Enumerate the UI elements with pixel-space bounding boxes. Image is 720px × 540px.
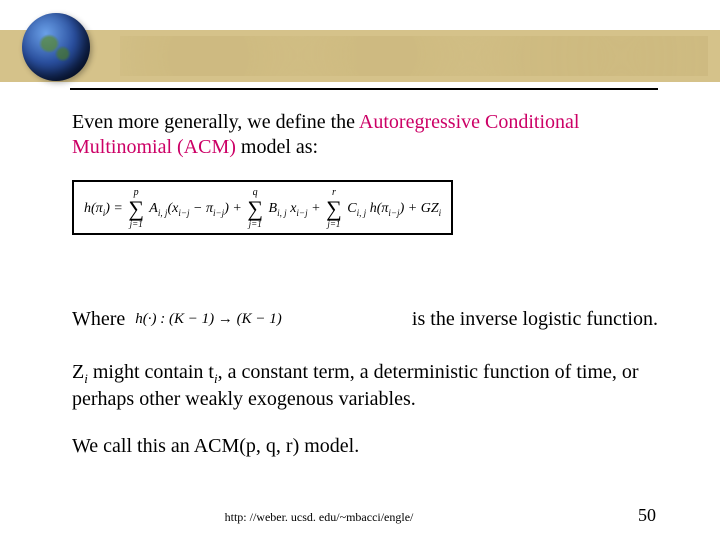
eq-lhs: h(πi) = (84, 201, 123, 216)
z-pre: Z (72, 361, 84, 383)
sum3-term: Ci, j h(πi−j) (347, 201, 404, 216)
where-row: Where h(·) : (K − 1) → (K − 1) is the in… (72, 307, 658, 332)
slide: Even more generally, we define the Autor… (0, 0, 720, 540)
z-paragraph: Zi might contain ti, a constant term, a … (72, 360, 658, 412)
title-underline (70, 88, 658, 90)
equation: h(πi) = p ∑ j=1 Ai, j(xi−j − πi−j) + q ∑… (84, 201, 441, 216)
plus-2: + (311, 201, 320, 216)
sum1-term: Ai, j(xi−j − πi−j) (149, 201, 229, 216)
intro-pre: Even more generally, we define the (72, 111, 359, 133)
sum-3: r ∑ j=1 (326, 188, 342, 229)
sum2-term: Bi, j xi−j (269, 201, 308, 216)
content-area: Even more generally, we define the Autor… (72, 110, 658, 510)
where-mapping: h(·) : (K − 1) → (K − 1) (135, 310, 281, 329)
intro-post: model as: (236, 136, 318, 158)
header-band (0, 30, 720, 82)
page-number: 50 (638, 505, 656, 526)
where-desc: is the inverse logistic function. (412, 307, 658, 332)
sum-2: q ∑ j=1 (247, 188, 263, 229)
intro-paragraph: Even more generally, we define the Autor… (72, 110, 658, 160)
equation-box: h(πi) = p ∑ j=1 Ai, j(xi−j − πi−j) + q ∑… (72, 180, 453, 235)
where-label: Where (72, 307, 125, 332)
eq-tail: + GZi (408, 201, 441, 216)
model-call: We call this an ACM(p, q, r) model. (72, 434, 658, 459)
plus-1: + (232, 201, 241, 216)
footer: http: //weber. ucsd. edu/~mbacci/engle/ … (0, 505, 720, 526)
sum-1: p ∑ j=1 (128, 188, 144, 229)
globe-icon (22, 13, 90, 81)
z-mid: might contain t (88, 361, 214, 383)
world-map-strip (120, 36, 708, 76)
footer-url: http: //weber. ucsd. edu/~mbacci/engle/ (225, 510, 414, 525)
